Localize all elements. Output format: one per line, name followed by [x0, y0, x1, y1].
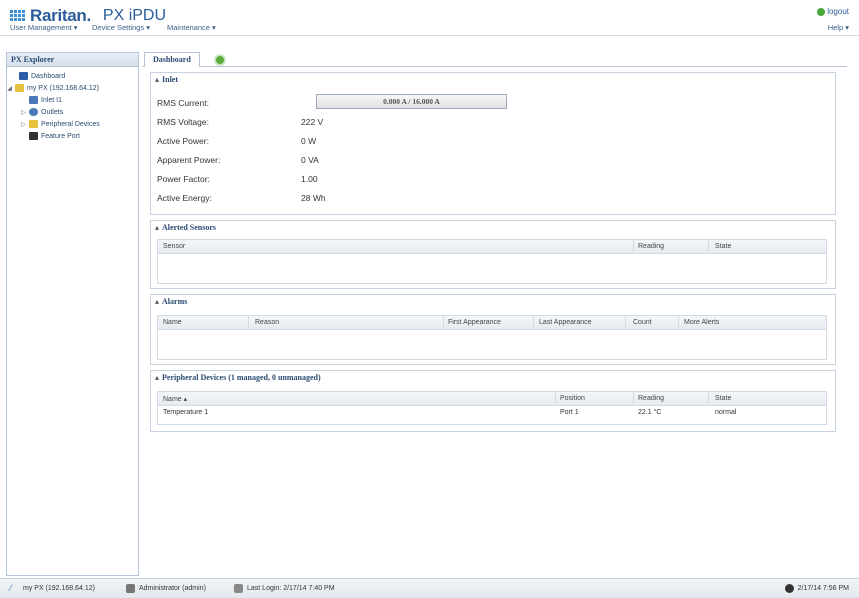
menu-maintenance[interactable]: Maintenance ▾: [167, 23, 216, 32]
px-explorer-title: PX Explorer: [7, 53, 138, 67]
plug-icon: [29, 96, 38, 104]
peripheral-devices-title[interactable]: ▴ Peripheral Devices (1 managed, 0 unmana…: [155, 373, 321, 382]
alerted-sensors-title[interactable]: ▴ Alerted Sensors: [155, 223, 216, 232]
alerted-sensors-table: Sensor Reading State: [157, 239, 827, 284]
column-name[interactable]: Name ▴: [163, 395, 187, 403]
apparent-power-value: 0 VA: [301, 155, 319, 165]
px-explorer-panel: PX Explorer Dashboard ◢ my PX (192.168.6…: [6, 52, 139, 576]
active-power-label: Active Power:: [157, 136, 209, 146]
column-state[interactable]: State: [715, 243, 731, 250]
inlet-panel: ▴ Inlet RMS Current: 0.000 A / 16.000 A R…: [150, 72, 836, 215]
column-first-appearance[interactable]: First Appearance: [448, 319, 501, 326]
logout-link[interactable]: logout: [817, 7, 849, 16]
tree-item-dashboard[interactable]: Dashboard: [11, 72, 65, 80]
tree-item-label: my PX (192.168.64.12): [27, 84, 99, 92]
column-sensor[interactable]: Sensor: [163, 243, 185, 250]
wand-icon: ⁄: [10, 583, 12, 593]
login-history-icon: [234, 584, 243, 593]
rms-voltage-value: 222 V: [301, 117, 324, 127]
tree-item-label: Inlet I1: [41, 96, 63, 104]
clock-icon: [784, 584, 794, 593]
column-last-appearance[interactable]: Last Appearance: [539, 319, 592, 326]
collapse-icon[interactable]: ▴: [155, 75, 159, 84]
column-state[interactable]: State: [715, 395, 731, 402]
status-clock: 2/17/14 7:56 PM: [784, 584, 849, 593]
table-row[interactable]: Temperature 1 Port 1 22.1 °C normal: [158, 407, 826, 420]
logout-icon: [817, 7, 826, 16]
collapse-icon[interactable]: ▴: [155, 373, 159, 382]
menu-help[interactable]: Help ▾: [828, 23, 849, 32]
peripheral-devices-panel: ▴ Peripheral Devices (1 managed, 0 unmana…: [150, 370, 836, 432]
table-header: Sensor Reading State: [158, 240, 826, 254]
active-energy-value: 28 Wh: [301, 193, 326, 203]
alarms-title[interactable]: ▴ Alarms: [155, 297, 187, 306]
status-user: Administrator (admin): [126, 584, 206, 593]
table-header: Name Reason First Appearance Last Appear…: [158, 316, 826, 330]
logout-label: logout: [827, 7, 849, 16]
expand-arrow-icon[interactable]: ▷: [21, 109, 26, 116]
menu-device-settings[interactable]: Device Settings ▾: [92, 23, 150, 32]
folder-icon: [29, 120, 38, 128]
cell-state: normal: [715, 409, 737, 416]
tree-item-label: Feature Port: [41, 132, 80, 140]
column-more-alerts[interactable]: More Alerts: [684, 319, 719, 326]
pdu-icon: [15, 84, 24, 92]
power-factor-value: 1.00: [301, 174, 318, 184]
alarms-panel: ▴ Alarms Name Reason First Appearance Las…: [150, 294, 836, 365]
collapse-arrow-icon[interactable]: ◢: [7, 85, 12, 92]
user-icon: [126, 584, 135, 593]
rms-current-bar: 0.000 A / 16.000 A: [316, 94, 507, 109]
power-factor-label: Power Factor:: [157, 174, 210, 184]
tree-item-label: Peripheral Devices: [41, 120, 100, 128]
status-device: ⁄ my PX (192.168.64.12): [10, 583, 95, 593]
status-bar: ⁄ my PX (192.168.64.12) Administrator (a…: [0, 578, 859, 598]
tree-item-outlets[interactable]: ▷ Outlets: [21, 108, 63, 116]
tree-item-label: Dashboard: [31, 72, 66, 80]
add-tab-icon[interactable]: [214, 54, 226, 66]
active-energy-label: Active Energy:: [157, 193, 212, 203]
status-last-login: Last Login: 2/17/14 7:40 PM: [234, 584, 335, 593]
alerted-sensors-panel: ▴ Alerted Sensors Sensor Reading State: [150, 220, 836, 289]
tree-item-my-px[interactable]: ◢ my PX (192.168.64.12): [7, 84, 99, 92]
column-count[interactable]: Count: [633, 319, 652, 326]
menubar: User Management ▾ Device Settings ▾ Main…: [0, 22, 859, 36]
inlet-panel-title[interactable]: ▴ Inlet: [155, 75, 178, 84]
peripheral-devices-table: Name ▴ Position Reading State Temperatur…: [157, 391, 827, 425]
port-icon: [29, 132, 38, 140]
collapse-icon[interactable]: ▴: [155, 223, 159, 232]
collapse-icon[interactable]: ▴: [155, 297, 159, 306]
tree-item-feature-port[interactable]: Feature Port: [21, 132, 80, 140]
tree-item-peripheral-devices[interactable]: ▷ Peripheral Devices: [21, 120, 100, 128]
column-reading[interactable]: Reading: [638, 395, 664, 402]
apparent-power-label: Apparent Power:: [157, 155, 221, 165]
main-content: Dashboard ▴ Inlet RMS Current: 0.000 A / …: [142, 52, 847, 576]
tree-item-label: Outlets: [41, 108, 64, 116]
raritan-logo-icon: [10, 10, 26, 22]
column-name[interactable]: Name: [163, 319, 182, 326]
tree-item-inlet[interactable]: Inlet I1: [21, 96, 62, 104]
column-reason[interactable]: Reason: [255, 319, 279, 326]
cell-reading: 22.1 °C: [638, 409, 662, 416]
rms-voltage-label: RMS Voltage:: [157, 117, 209, 127]
dashboard-icon: [19, 72, 28, 80]
outlets-icon: [29, 108, 38, 116]
rms-current-label: RMS Current:: [157, 98, 209, 108]
menu-user-management[interactable]: User Management ▾: [10, 23, 78, 32]
cell-position: Port 1: [560, 409, 579, 416]
app-header: Raritan. PX iPDU logout User Management …: [0, 0, 859, 36]
active-power-value: 0 W: [301, 136, 317, 146]
tab-dashboard[interactable]: Dashboard: [144, 52, 200, 67]
table-header: Name ▴ Position Reading State: [158, 392, 826, 406]
cell-name: Temperature 1: [163, 409, 209, 416]
column-reading[interactable]: Reading: [638, 243, 664, 250]
expand-arrow-icon[interactable]: ▷: [21, 121, 26, 128]
column-position[interactable]: Position: [560, 395, 585, 402]
alarms-table: Name Reason First Appearance Last Appear…: [157, 315, 827, 360]
tab-strip: Dashboard: [142, 52, 847, 67]
